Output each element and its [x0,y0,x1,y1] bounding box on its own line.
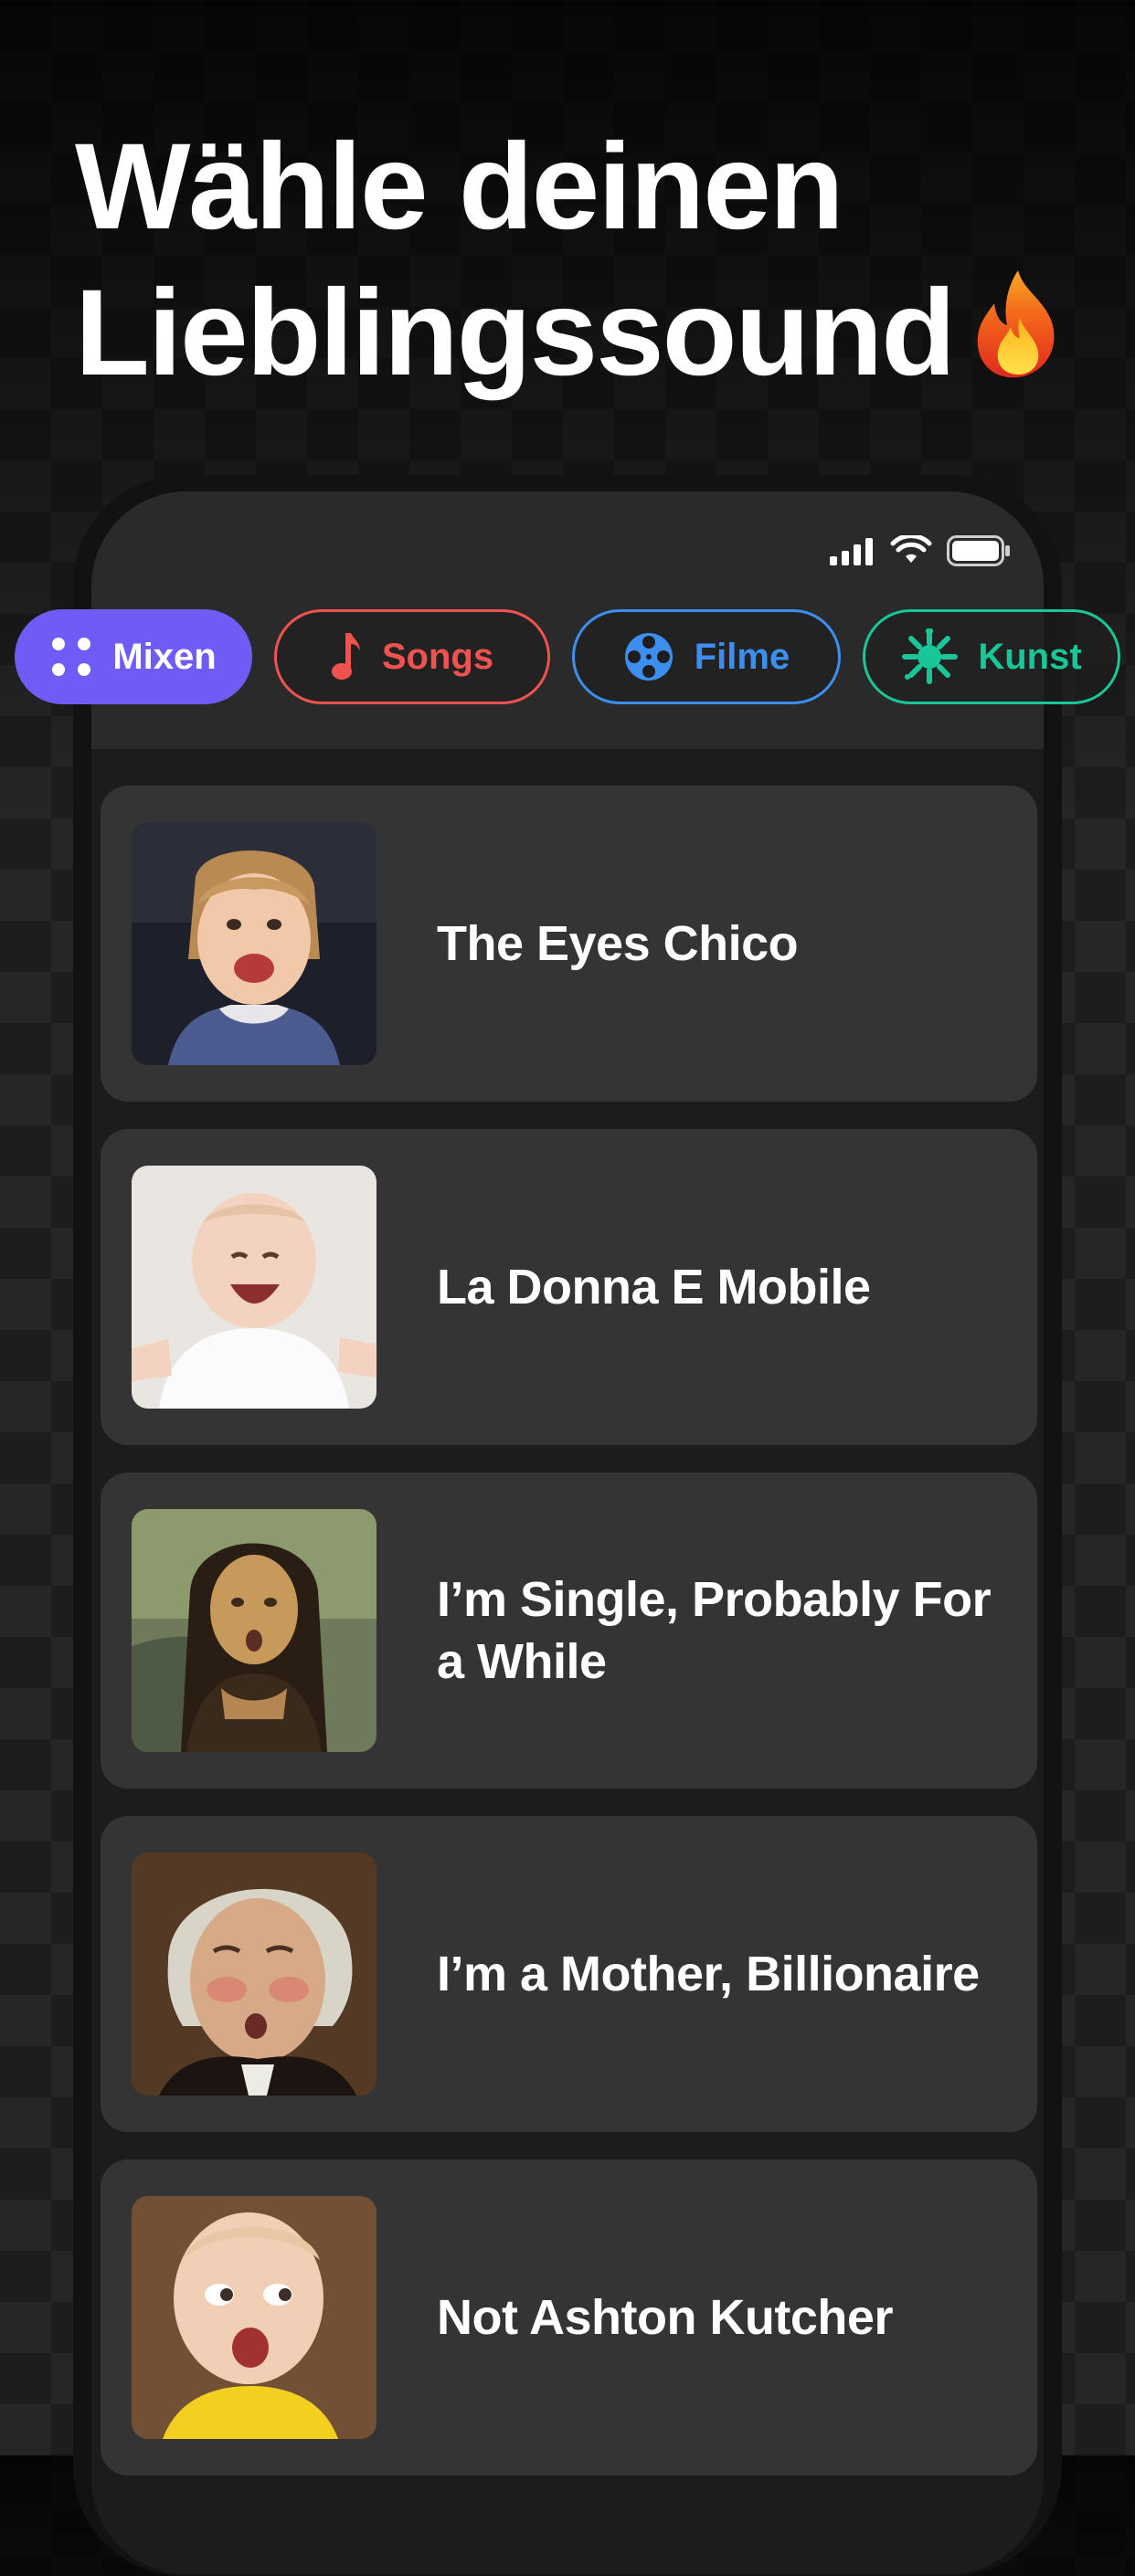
music-note-icon [331,631,362,682]
headline-line-1: Wähle deinen [75,119,844,255]
film-reel-icon [623,631,674,682]
sound-list: The Eyes Chico La Donna E Mobile I’m Sin… [101,786,1037,2503]
battery-icon [947,535,1011,566]
category-chip-label: Kunst [978,636,1082,677]
category-chip-label: Filme [694,636,790,677]
headline-line-2: Lieblingssound [75,260,1117,406]
category-chip-songs[interactable]: Songs [274,609,550,704]
category-chip-mixen[interactable]: Mixen [15,609,252,704]
status-bar [830,533,1011,569]
page-headline: Wähle deinen Lieblingssound [75,114,1117,406]
wifi-icon [890,535,932,566]
surprised-baby-thumbnail [132,2196,377,2439]
sound-title: La Donna E Mobile [437,1260,871,1314]
fire-icon [971,266,1066,379]
category-chip-filme[interactable]: Filme [572,609,841,704]
sound-title: Not Ashton Kutcher [437,2290,893,2345]
category-chip-kunst[interactable]: Kunst [863,609,1120,704]
sound-card-not-ashton-kutcher[interactable]: Not Ashton Kutcher [101,2159,1037,2476]
cellular-signal-icon [830,536,875,565]
sound-card-the-eyes-chico[interactable]: The Eyes Chico [101,786,1037,1102]
sound-title: The Eyes Chico [437,916,799,971]
sound-card-im-a-mother-billionaire[interactable]: I’m a Mother, Billionaire [101,1816,1037,2132]
george-washington-thumbnail [132,1853,377,2096]
paint-splash-icon [901,628,959,685]
sound-card-im-single[interactable]: I’m Single, Probably For a While [101,1473,1037,1789]
sound-title: I’m Single, Probably For a While [437,1572,992,1689]
category-chip-label: Mixen [112,636,217,677]
grid-dots-icon [50,636,92,678]
mona-lisa-thumbnail [132,1509,377,1752]
smiling-toddler-thumbnail [132,822,377,1065]
headline-line-2-text: Lieblingssound [75,265,956,401]
sound-title: I’m a Mother, Billionaire [437,1947,980,2001]
sound-card-la-donna-e-mobile[interactable]: La Donna E Mobile [101,1129,1037,1445]
laughing-baby-thumbnail [132,1166,377,1409]
category-chip-label: Songs [381,636,494,677]
